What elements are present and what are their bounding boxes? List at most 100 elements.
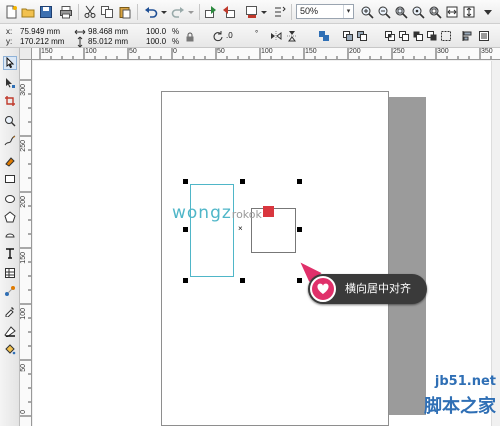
outline-tool-icon[interactable]	[3, 324, 17, 338]
ruler-top-label: 300	[437, 48, 449, 55]
publish-dropdown-icon[interactable]	[256, 4, 272, 20]
import-icon[interactable]	[203, 4, 219, 20]
zoom-all-objects-icon[interactable]	[410, 4, 426, 20]
open-folder-icon[interactable]	[20, 4, 36, 20]
shape-tool-icon[interactable]	[3, 76, 17, 90]
zoom-page-height-icon[interactable]	[461, 4, 477, 20]
site-name: 脚本之家	[424, 396, 496, 417]
ruler-top-label: 50	[129, 48, 137, 55]
site-url: jb51.net	[434, 374, 496, 389]
toolbox	[0, 48, 20, 426]
object-width-field[interactable]: 98.468 mm	[88, 27, 128, 37]
ellipse-tool-icon[interactable]	[3, 192, 17, 206]
smart-fill-tool-icon[interactable]	[3, 154, 17, 168]
ruler-left-label: 200	[20, 196, 27, 208]
cut-icon[interactable]	[82, 4, 98, 20]
polygon-tool-icon[interactable]	[3, 210, 17, 224]
horizontal-ruler[interactable]: 150 100 50 0 50 100 150 200 250 300 350	[20, 48, 500, 60]
scale-x-field[interactable]: 100.0	[146, 27, 166, 37]
standard-toolbar: 50% ▾	[0, 0, 500, 24]
pick-tool-icon[interactable]	[3, 56, 17, 70]
zoom-level-select[interactable]: 50% ▾	[296, 4, 354, 19]
basic-shapes-tool-icon[interactable]	[3, 228, 17, 242]
align-distribute-icon[interactable]	[462, 30, 474, 42]
text-tool-icon[interactable]	[3, 246, 17, 260]
zoom-tool-icon[interactable]	[3, 114, 17, 128]
selection-handle-top-right[interactable]	[297, 179, 302, 184]
zoom-level-value: 50%	[300, 6, 319, 16]
tooltip-callout: 横向居中对齐	[308, 274, 427, 304]
ruler-top-label: 150	[41, 48, 53, 55]
ruler-left-label: 100	[20, 308, 27, 320]
weld-icon[interactable]	[342, 30, 354, 42]
degree-symbol: °	[255, 29, 259, 38]
ruler-top-label: 350	[481, 48, 493, 55]
zoom-dropdown-arrow[interactable]: ▾	[343, 5, 353, 18]
fill-tool-icon[interactable]	[3, 342, 17, 356]
redo-dropdown-icon[interactable]	[183, 4, 199, 20]
zoom-in-icon[interactable]	[359, 4, 375, 20]
front-minus-back-icon[interactable]	[412, 30, 424, 42]
ruler-left-label: 300	[20, 84, 27, 96]
rotation-angle-field[interactable]: .0	[226, 31, 233, 41]
back-minus-front-icon[interactable]	[426, 30, 438, 42]
export-icon[interactable]	[221, 4, 237, 20]
ruler-top-label: 100	[85, 48, 97, 55]
ruler-origin[interactable]	[20, 48, 32, 60]
watermark-seal	[262, 206, 274, 217]
save-icon[interactable]	[38, 4, 54, 20]
selection-handle-bottom-left[interactable]	[183, 278, 188, 283]
object-height-field[interactable]: 85.012 mm	[88, 37, 128, 47]
zoom-selected-icon[interactable]	[393, 4, 409, 20]
selection-handle-middle-right[interactable]	[297, 227, 302, 232]
zoom-out-icon[interactable]	[376, 4, 392, 20]
heart-icon	[310, 276, 336, 302]
ruler-left-label: 50	[20, 364, 27, 372]
selection-handle-bottom-center[interactable]	[240, 278, 245, 283]
lock-ratio-icon[interactable]	[184, 31, 196, 43]
ruler-top-label: 150	[305, 48, 317, 55]
trim-icon[interactable]	[356, 30, 368, 42]
watermark: wongzrokok	[172, 203, 274, 223]
selection-handle-top-left[interactable]	[183, 179, 188, 184]
rotation-center-marker[interactable]: ×	[238, 225, 243, 233]
height-icon	[74, 36, 86, 48]
zoom-page-icon[interactable]	[427, 4, 443, 20]
scale-x-percent: %	[172, 27, 180, 36]
watermark-rest: rokok	[231, 208, 262, 221]
property-bar: x: 75.949 mm y: 170.212 mm 98.468 mm 85.…	[0, 24, 500, 48]
table-tool-icon[interactable]	[3, 266, 17, 280]
y-position-field[interactable]: 170.212 mm	[20, 37, 64, 47]
callout-text: 横向居中对齐	[345, 283, 411, 295]
scale-y-field[interactable]: 100.0	[146, 37, 166, 47]
ruler-top-label: 100	[261, 48, 273, 55]
ruler-top-label: 200	[349, 48, 361, 55]
mirror-vertical-icon[interactable]	[286, 30, 298, 42]
interactive-blend-tool-icon[interactable]	[3, 284, 17, 298]
paste-icon[interactable]	[117, 4, 133, 20]
vertical-ruler[interactable]: 300 250 200 150 100 50 0	[20, 60, 32, 426]
ruler-top-label: 250	[393, 48, 405, 55]
boundary-icon[interactable]	[440, 30, 452, 42]
intersect-icon[interactable]	[384, 30, 396, 42]
zoom-page-width-icon[interactable]	[444, 4, 460, 20]
selection-handle-middle-left[interactable]	[183, 227, 188, 232]
ruler-top-label: 0	[173, 48, 177, 55]
eyedropper-tool-icon[interactable]	[3, 304, 17, 318]
mirror-horizontal-icon[interactable]	[270, 30, 282, 42]
y-label: y:	[6, 37, 13, 46]
tall-rectangle-object[interactable]	[190, 184, 234, 277]
x-position-field[interactable]: 75.949 mm	[20, 27, 60, 37]
print-icon[interactable]	[58, 4, 74, 20]
combine-icon[interactable]	[318, 30, 330, 42]
rectangle-tool-icon[interactable]	[3, 172, 17, 186]
freehand-tool-icon[interactable]	[3, 134, 17, 148]
crop-tool-icon[interactable]	[3, 94, 17, 108]
simplify-icon[interactable]	[398, 30, 410, 42]
new-document-icon[interactable]	[3, 4, 19, 20]
selection-handle-top-center[interactable]	[240, 179, 245, 184]
application-launcher-icon[interactable]	[272, 4, 288, 20]
toolbar-options-icon[interactable]	[480, 4, 496, 20]
copy-icon[interactable]	[99, 4, 115, 20]
property-bar-options-icon[interactable]	[478, 30, 490, 42]
